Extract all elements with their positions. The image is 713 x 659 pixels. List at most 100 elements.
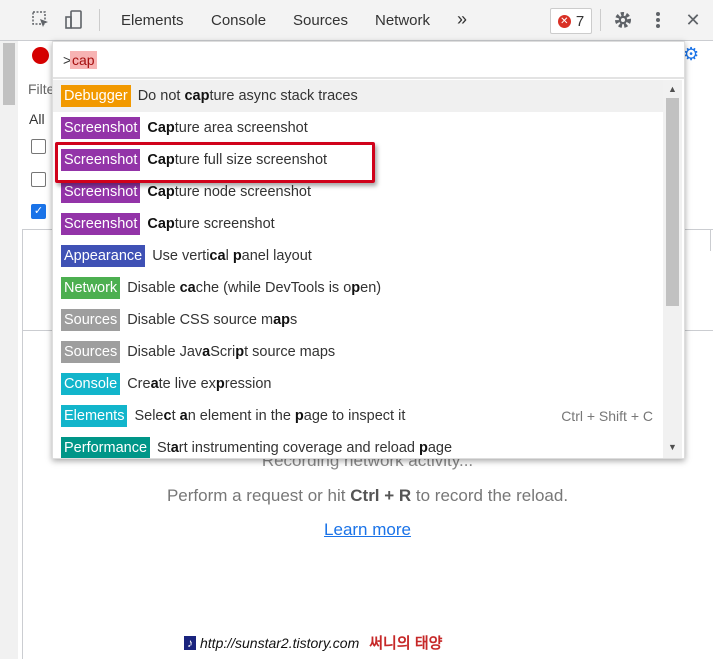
checkbox-checked[interactable]: ✓: [31, 204, 46, 219]
match-highlight: a: [179, 408, 188, 424]
filter-all[interactable]: All: [29, 111, 45, 127]
devtools-toolbar: Elements Console Sources Network » ✕ 7 ✕: [0, 0, 713, 41]
command-item[interactable]: Performance Start instrumenting coverage …: [53, 432, 663, 458]
command-text: n element in the: [187, 408, 295, 424]
command-item[interactable]: Screenshot Capture screenshot: [53, 208, 663, 240]
checkbox[interactable]: [31, 172, 46, 187]
command-title: Use vertical panel layout: [152, 248, 312, 264]
command-text: anel layout: [241, 248, 312, 264]
command-item[interactable]: Sources Disable JavaScript source maps: [53, 336, 663, 368]
match-highlight: p: [232, 248, 242, 264]
scroll-down-arrow-icon[interactable]: ▼: [668, 442, 677, 452]
command-category-badge: Elements: [61, 405, 128, 427]
tab-network[interactable]: Network: [375, 12, 430, 29]
highlight-annotation: [55, 142, 375, 183]
more-tabs-button[interactable]: »: [457, 9, 467, 30]
command-item[interactable]: Elements Select an element in the page to…: [53, 400, 663, 432]
error-icon: ✕: [557, 14, 571, 28]
match-highlight: cap: [184, 88, 210, 104]
command-title: Start instrumenting coverage and reload …: [157, 440, 452, 456]
command-title: Capture node screenshot: [147, 184, 311, 200]
left-scrollbar[interactable]: [0, 41, 18, 659]
command-text: ture node screenshot: [174, 184, 311, 200]
toolbar-separator: [600, 9, 601, 31]
command-list: Debugger Do not capture async stack trace…: [53, 80, 663, 458]
learn-more-link[interactable]: Learn more: [22, 520, 713, 540]
watermark-korean: 써니의 태양: [369, 635, 443, 652]
record-icon[interactable]: [32, 47, 49, 64]
command-text: che (while DevTools is o: [195, 280, 352, 296]
match-highlight: p: [235, 344, 245, 360]
command-text: age: [427, 440, 453, 456]
scroll-up-arrow-icon[interactable]: ▲: [668, 84, 677, 94]
command-list-scrollbar[interactable]: ▲ ▼: [663, 80, 682, 458]
command-item[interactable]: Screenshot Capture area screenshot: [53, 112, 663, 144]
kebab-menu-icon[interactable]: [648, 10, 668, 30]
music-note-icon: ♪: [184, 635, 196, 650]
filter-input[interactable]: Filte: [28, 81, 54, 97]
command-text: en): [360, 280, 382, 296]
watermark-url: http://sunstar2.tistory.com: [200, 634, 360, 651]
command-text: te live ex: [158, 376, 216, 392]
match-highlight: c: [163, 408, 172, 424]
tab-elements[interactable]: Elements: [121, 12, 184, 29]
match-highlight: ca: [179, 280, 196, 296]
error-count: 7: [575, 12, 585, 30]
command-category-badge: Screenshot: [61, 213, 141, 235]
command-text: Do not: [137, 88, 185, 104]
command-text: ression: [224, 376, 272, 392]
command-text: Disable Jav: [127, 344, 203, 360]
tab-console[interactable]: Console: [211, 12, 266, 29]
command-text: ture async stack traces: [209, 88, 358, 104]
perform-request-hint: Perform a request or hit Ctrl + R to rec…: [22, 486, 713, 506]
divider: [22, 229, 23, 659]
learn-more-label[interactable]: Learn more: [324, 520, 411, 539]
match-highlight: Cap: [147, 184, 175, 200]
command-category-badge: Performance: [61, 437, 151, 458]
command-text: ture area screenshot: [174, 120, 308, 136]
command-item[interactable]: Sources Disable CSS source maps: [53, 304, 663, 336]
command-category-badge: Sources: [61, 309, 121, 331]
command-text: rt instrumenting coverage and reload: [178, 440, 419, 456]
match-highlight: Cap: [147, 216, 175, 232]
command-text: Disable: [127, 280, 180, 296]
divider: [710, 229, 711, 251]
command-text: Disable CSS source m: [127, 312, 274, 328]
command-category-badge: Network: [61, 277, 121, 299]
hint-prefix: Perform a request or hit: [166, 486, 351, 505]
match-highlight: Cap: [147, 120, 175, 136]
match-highlight: p: [294, 408, 304, 424]
command-category-badge: Sources: [61, 341, 121, 363]
command-shortcut: Ctrl + Shift + C: [561, 408, 653, 424]
match-highlight: a: [150, 376, 159, 392]
network-settings-gear-icon[interactable]: ⚙: [683, 44, 699, 65]
command-item[interactable]: Debugger Do not capture async stack trace…: [53, 80, 663, 112]
close-icon[interactable]: ✕: [683, 10, 703, 30]
command-text: t: [171, 408, 180, 424]
command-text: age to inspect it: [303, 408, 406, 424]
error-count-badge[interactable]: ✕ 7: [550, 8, 592, 34]
scrollbar-thumb[interactable]: [3, 43, 15, 105]
command-text: t source maps: [244, 344, 336, 360]
command-category-badge: Screenshot: [61, 117, 141, 139]
command-title: Select an element in the page to inspect…: [134, 408, 405, 424]
checkbox[interactable]: [31, 139, 46, 154]
inspect-element-icon[interactable]: [31, 10, 51, 30]
command-text: Scri: [210, 344, 236, 360]
command-item[interactable]: Console Create live expression: [53, 368, 663, 400]
match-highlight: p: [419, 440, 428, 456]
command-title: Capture screenshot: [147, 216, 274, 232]
device-toolbar-icon[interactable]: [64, 10, 84, 30]
command-item[interactable]: Network Disable cache (while DevTools is …: [53, 272, 663, 304]
scrollbar-thumb[interactable]: [666, 98, 679, 306]
command-query[interactable]: cap: [70, 51, 97, 69]
command-text: l: [225, 248, 233, 264]
command-item[interactable]: Appearance Use vertical panel layout: [53, 240, 663, 272]
watermark: ♪ http://sunstar2.tistory.com 써니의 태양: [184, 632, 442, 653]
match-highlight: ca: [209, 248, 226, 264]
command-category-badge: Console: [61, 373, 121, 395]
command-text: Cre: [127, 376, 151, 392]
tab-sources[interactable]: Sources: [293, 12, 348, 29]
settings-gear-icon[interactable]: [613, 10, 633, 30]
command-input[interactable]: > cap: [53, 42, 684, 79]
